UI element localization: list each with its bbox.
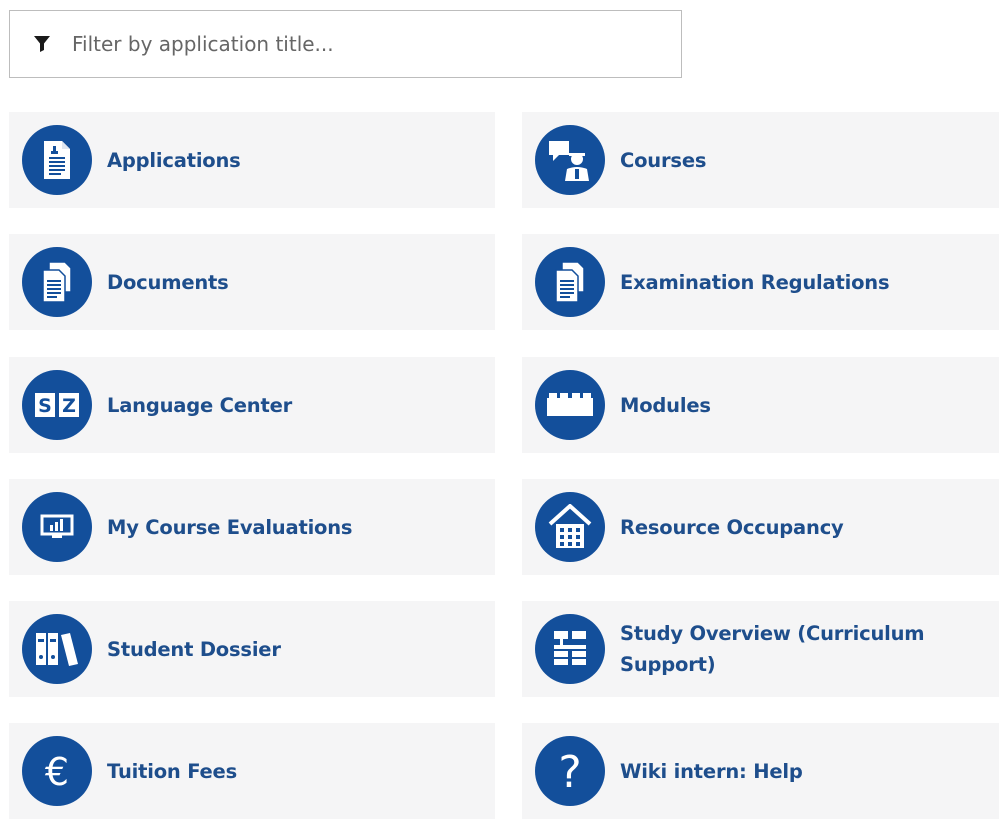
tile-label: Tuition Fees xyxy=(107,759,237,783)
tile-applications[interactable]: Applications xyxy=(9,112,495,208)
tile-student-dossier[interactable]: Student Dossier xyxy=(9,601,495,697)
tile-study-overview[interactable]: Study Overview (Curriculum Support) xyxy=(522,601,999,697)
tile-examination-regulations[interactable]: Examination Regulations xyxy=(522,234,999,330)
tile-resource-occupancy[interactable]: Resource Occupancy xyxy=(522,479,999,575)
language-sz-icon: S Z xyxy=(22,370,92,440)
tile-tuition-fees[interactable]: € Tuition Fees xyxy=(9,723,495,819)
tile-label: Language Center xyxy=(107,393,293,417)
tile-label: Study Overview (Curriculum Support) xyxy=(620,622,925,676)
tile-documents[interactable]: Documents xyxy=(9,234,495,330)
tile-label: Courses xyxy=(620,148,707,172)
svg-text:€: € xyxy=(45,750,69,793)
lecturer-icon xyxy=(535,125,605,195)
binders-icon xyxy=(22,614,92,684)
tile-label: Applications xyxy=(107,148,241,172)
regulations-documents-icon xyxy=(535,247,605,317)
tile-label: My Course Evaluations xyxy=(107,515,353,539)
tile-my-course-evaluations[interactable]: My Course Evaluations xyxy=(9,479,495,575)
tile-label: Resource Occupancy xyxy=(620,515,844,539)
curriculum-tree-icon xyxy=(535,614,605,684)
tile-label: Documents xyxy=(107,270,229,294)
tile-modules[interactable]: Modules xyxy=(522,357,999,453)
help-question-icon: ? xyxy=(535,736,605,806)
tile-language-center[interactable]: S Z Language Center xyxy=(9,357,495,453)
tile-label: Examination Regulations xyxy=(620,270,890,294)
tile-label: Wiki intern: Help xyxy=(620,759,803,783)
documents-icon xyxy=(22,247,92,317)
building-block-icon xyxy=(535,370,605,440)
svg-text:?: ? xyxy=(558,747,581,795)
tile-wiki-help[interactable]: ? Wiki intern: Help xyxy=(522,723,999,819)
tile-label: Student Dossier xyxy=(107,637,281,661)
house-icon xyxy=(535,492,605,562)
filter-funnel-icon xyxy=(32,34,52,54)
euro-icon: € xyxy=(22,736,92,806)
svg-text:Z: Z xyxy=(62,395,76,417)
filter-input[interactable] xyxy=(72,24,681,64)
tile-courses[interactable]: Courses xyxy=(522,112,999,208)
tile-label: Modules xyxy=(620,393,711,417)
filter-box[interactable] xyxy=(9,10,682,78)
application-document-icon xyxy=(22,125,92,195)
svg-text:S: S xyxy=(38,395,52,417)
evaluation-chart-icon xyxy=(22,492,92,562)
